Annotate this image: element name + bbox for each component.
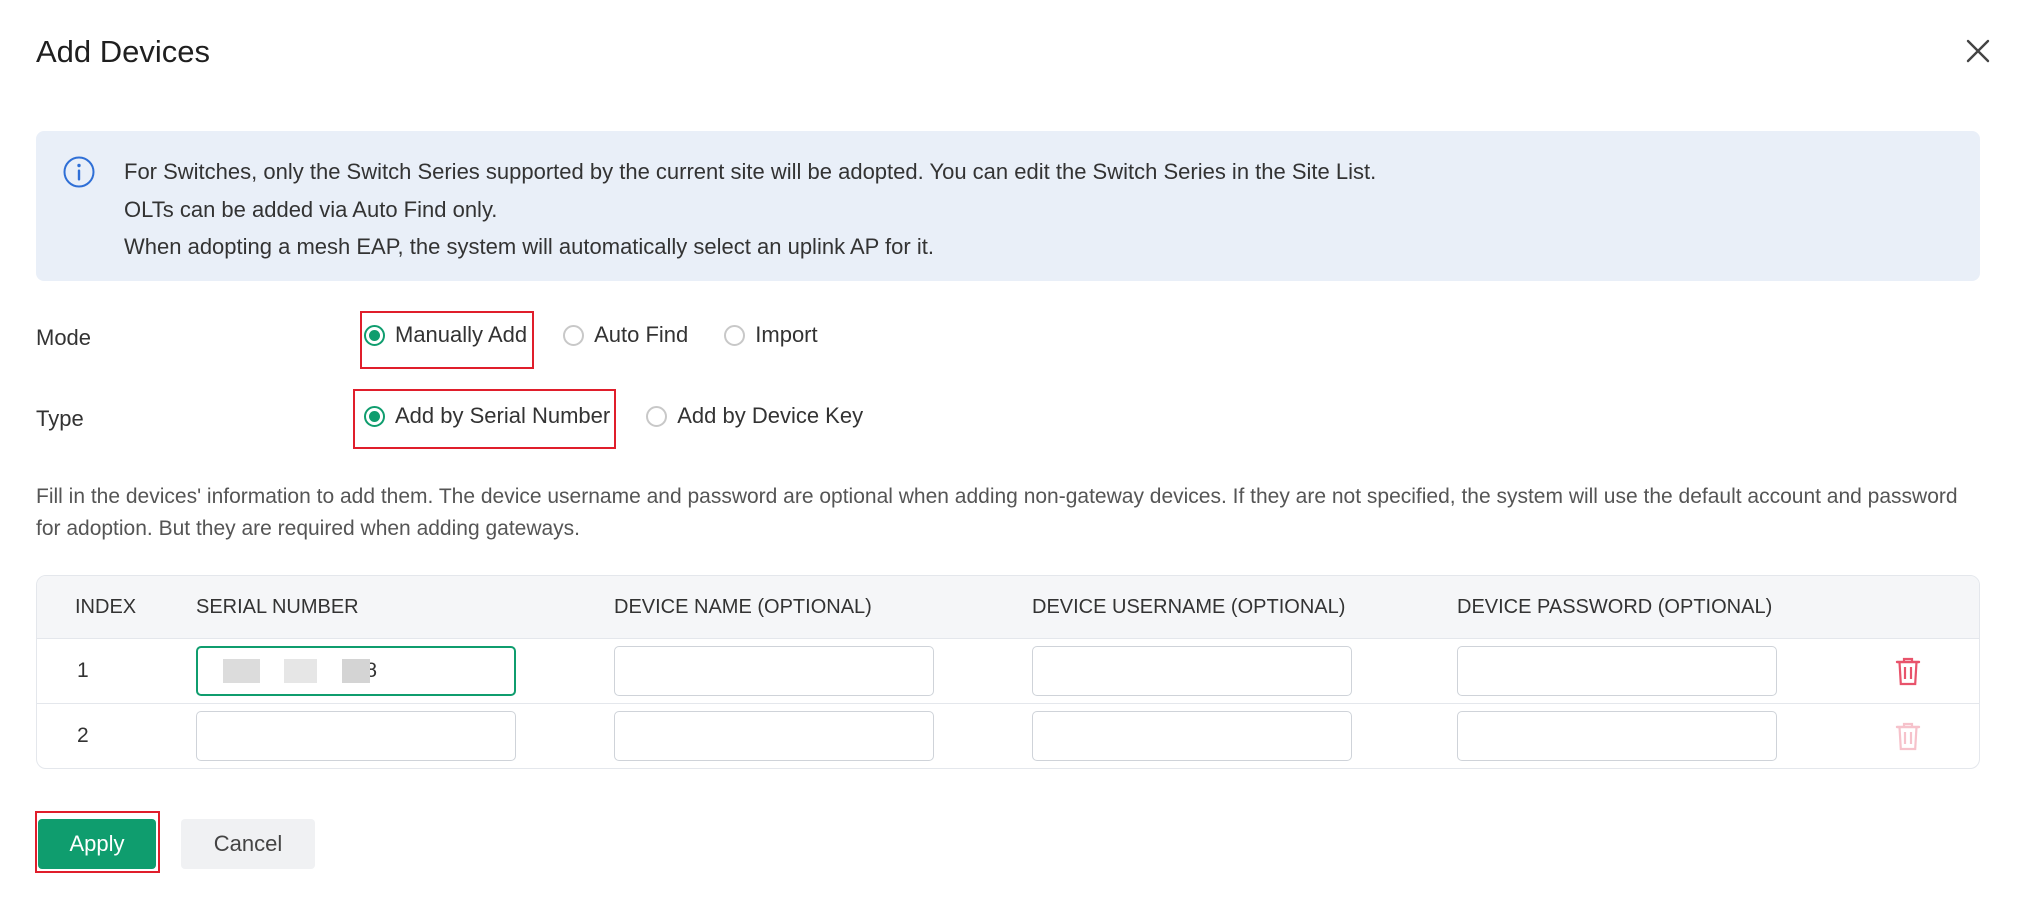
column-header-device-password: DEVICE PASSWORD (OPTIONAL): [1457, 596, 1773, 618]
info-icon: [63, 156, 95, 188]
trash-icon[interactable]: [1891, 654, 1925, 688]
close-icon[interactable]: [1961, 34, 1995, 68]
radio-label: Add by Device Key: [677, 403, 864, 428]
redacted-mask: [223, 659, 260, 683]
info-line: When adopting a mesh EAP, the system wil…: [124, 234, 934, 259]
info-line: For Switches, only the Switch Series sup…: [124, 159, 1377, 184]
radio-unchecked-icon[interactable]: [563, 324, 585, 346]
cancel-button[interactable]: Cancel: [181, 819, 315, 869]
row-index: 2: [77, 724, 89, 747]
row-index: 1: [77, 659, 89, 682]
device-password-input[interactable]: [1457, 711, 1777, 761]
radio-label: Auto Find: [594, 322, 689, 347]
serial-number-input[interactable]: [196, 711, 516, 761]
radio-unchecked-icon[interactable]: [724, 324, 746, 346]
device-password-input[interactable]: [1457, 646, 1777, 696]
annotation-highlight: [360, 311, 534, 369]
radio-unchecked-icon[interactable]: [646, 405, 668, 427]
mode-label: Mode: [36, 325, 92, 350]
info-banner: For Switches, only the Switch Series sup…: [36, 131, 1980, 281]
column-header-device-username: DEVICE USERNAME (OPTIONAL): [1032, 596, 1346, 618]
column-header-serial-number: SERIAL NUMBER: [196, 596, 359, 618]
device-username-input[interactable]: [1032, 711, 1352, 761]
trash-icon: [1895, 722, 1921, 751]
dialog-title: Add Devices: [36, 34, 211, 69]
annotation-highlight: [353, 389, 616, 449]
type-option-device-key[interactable]: Add by Device Key: [646, 403, 863, 429]
radio-label: Import: [755, 322, 818, 347]
redacted-mask: [284, 659, 317, 683]
annotation-highlight: [35, 811, 160, 873]
mode-option-auto-find[interactable]: Auto Find: [563, 322, 688, 348]
devices-table: INDEX SERIAL NUMBER DEVICE NAME (OPTIONA…: [36, 575, 1980, 769]
device-name-input[interactable]: [614, 646, 934, 696]
add-devices-dialog: Add Devices For Switches, only the Switc…: [0, 0, 2023, 919]
column-header-index: INDEX: [75, 596, 137, 618]
instructions-text: Fill in the devices' information to add …: [36, 485, 1958, 540]
table-header: INDEX SERIAL NUMBER DEVICE NAME (OPTIONA…: [37, 576, 1979, 639]
device-name-input[interactable]: [614, 711, 934, 761]
info-line: OLTs can be added via Auto Find only.: [124, 196, 498, 222]
type-label: Type: [36, 406, 84, 431]
table-row: 1: [37, 639, 1979, 704]
device-username-input[interactable]: [1032, 646, 1352, 696]
table-row: 2: [37, 704, 1979, 768]
column-header-device-name: DEVICE NAME (OPTIONAL): [614, 596, 872, 618]
mode-option-import[interactable]: Import: [724, 322, 818, 348]
redacted-mask: [342, 659, 370, 683]
